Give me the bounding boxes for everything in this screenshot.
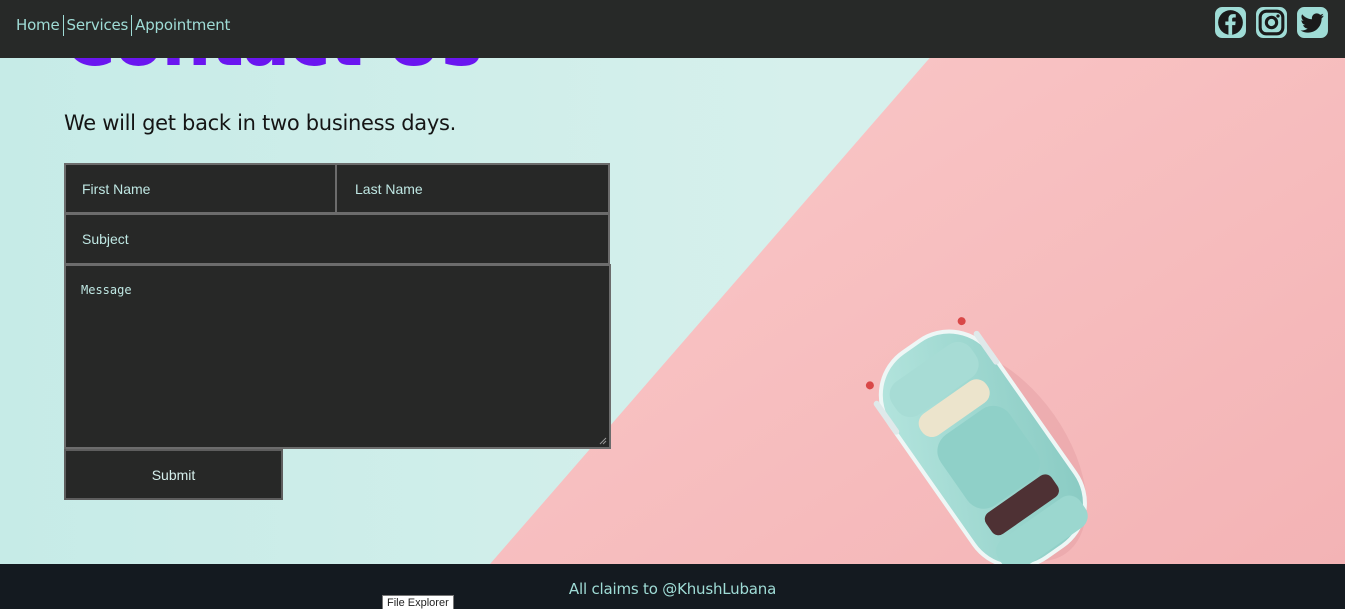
resize-grip-icon[interactable] (599, 437, 607, 445)
top-navbar: Home Services Appointment (0, 0, 1345, 58)
submit-button[interactable]: Submit (64, 449, 283, 500)
subject-input[interactable] (66, 215, 608, 263)
first-name-field-wrapper (64, 163, 337, 214)
nav-link-home[interactable]: Home (16, 14, 63, 36)
subject-field-wrapper (64, 213, 610, 265)
last-name-input[interactable] (337, 165, 608, 212)
facebook-icon[interactable] (1214, 6, 1247, 39)
pink-diagonal-panel (490, 0, 1345, 564)
footer-credit: All claims to @KhushLubana (568, 580, 777, 598)
social-links (1214, 6, 1329, 39)
message-field-wrapper (64, 264, 611, 449)
last-name-field-wrapper (335, 163, 610, 214)
nav-link-services[interactable]: Services (64, 14, 132, 36)
instagram-icon[interactable] (1255, 6, 1288, 39)
message-textarea[interactable] (66, 266, 609, 447)
first-name-input[interactable] (66, 165, 335, 212)
nav-links: Home Services Appointment (16, 14, 233, 36)
nav-link-appointment[interactable]: Appointment (132, 14, 233, 36)
tooltip: File Explorer (382, 595, 454, 609)
twitter-icon[interactable] (1296, 6, 1329, 39)
page-footer: All claims to @KhushLubana (0, 564, 1345, 609)
page-subtitle: We will get back in two business days. (64, 111, 457, 135)
